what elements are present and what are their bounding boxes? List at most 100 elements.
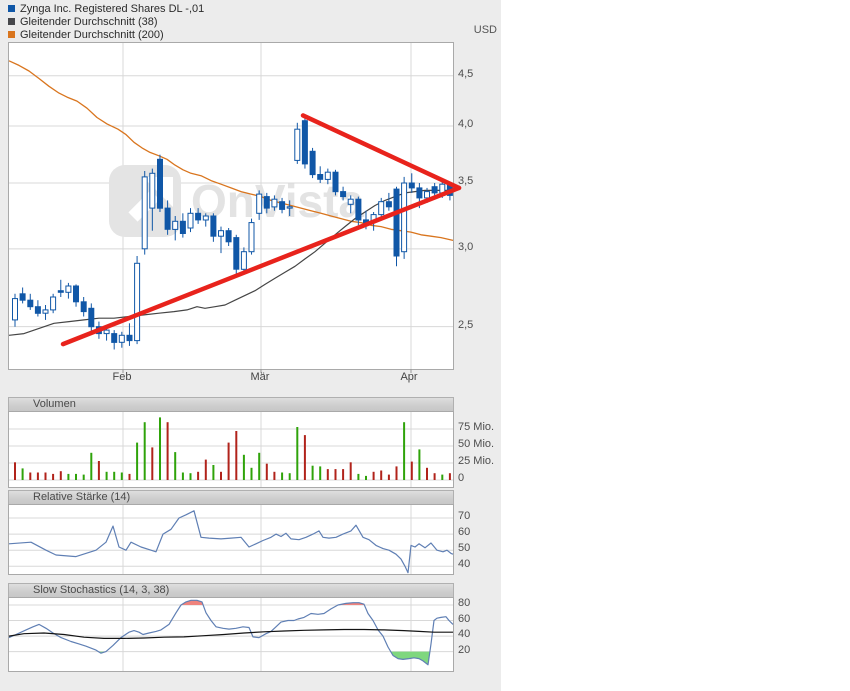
volume-bar [380, 471, 382, 481]
volume-bar [106, 472, 108, 480]
candle-body [180, 221, 185, 233]
candle-body [43, 310, 48, 313]
candle-body [425, 192, 430, 198]
volume-bar [167, 422, 169, 480]
instrument-color-swatch [8, 5, 15, 12]
volume-bar [304, 435, 306, 480]
y-axis-tick-label: 80 [458, 597, 470, 609]
stochastics-plot [8, 597, 454, 672]
candle-body [264, 197, 269, 209]
y-axis-tick-label: 75 Mio. [458, 421, 494, 433]
candle-body [341, 192, 346, 197]
volume-bar [129, 474, 131, 480]
volume-bar [182, 473, 184, 481]
volume-bar [90, 453, 92, 480]
volume-bar [373, 472, 375, 480]
volume-bar [83, 475, 85, 480]
candle-body [135, 263, 140, 340]
y-axis-tick-label: 3,0 [458, 241, 473, 253]
volume-bar [441, 475, 443, 480]
volume-bar [342, 469, 344, 480]
legend-item-ma200: Gleitender Durchschnitt (200) [8, 28, 204, 41]
stochastics-panel-title: Slow Stochastics (14, 3, 38) [33, 584, 169, 596]
candle-body [150, 173, 155, 208]
volume-bar [45, 473, 47, 481]
y-axis-tick-label: 20 [458, 644, 470, 656]
volume-bar [327, 469, 329, 480]
volume-bar [113, 472, 115, 480]
legend-item-ma38: Gleitender Durchschnitt (38) [8, 15, 204, 28]
volume-bar [235, 431, 237, 480]
volume-bar [197, 472, 199, 480]
candle-body [302, 121, 307, 164]
x-axis-month-label: Mär [251, 371, 270, 383]
y-axis-tick-label: 40 [458, 628, 470, 640]
price-axis-unit-label: USD [455, 24, 497, 36]
rsi-plot [8, 504, 454, 575]
candle-body [280, 202, 285, 210]
volume-bar [411, 462, 413, 480]
legend-item-label: Gleitender Durchschnitt (38) [20, 16, 158, 28]
volume-bar [289, 473, 291, 480]
candle-body [226, 231, 231, 242]
volume-bar [365, 476, 367, 480]
candle-body [394, 189, 399, 256]
volume-bar [258, 453, 260, 480]
price-chart-plot: OnVista [8, 42, 454, 370]
volume-bar [37, 473, 39, 481]
candle-body [13, 299, 18, 320]
volume-bar [335, 469, 337, 480]
volume-bar [388, 475, 390, 480]
volume-bar [449, 473, 451, 480]
volume-bar [266, 464, 268, 480]
candle-body [89, 308, 94, 326]
volume-bar [190, 473, 192, 480]
candle-body [234, 238, 239, 270]
volume-bars [14, 417, 451, 480]
volume-bar [212, 465, 214, 480]
candle-body [295, 129, 300, 160]
candle-body [211, 216, 216, 236]
candle-body [196, 213, 201, 220]
candle-body [112, 334, 117, 343]
y-axis-tick-label: 4,0 [458, 118, 473, 130]
candle-body [81, 302, 86, 312]
volume-bar [319, 466, 321, 480]
volume-bar [60, 471, 62, 480]
y-axis-tick-label: 3,5 [458, 175, 473, 187]
candle-body [348, 199, 353, 204]
candle-body [142, 177, 147, 249]
y-axis-tick-label: 0 [458, 472, 464, 484]
volume-bar [228, 443, 230, 480]
candle-body [272, 199, 277, 207]
volume-plot [8, 411, 454, 488]
candle-body [318, 175, 323, 180]
candle-body [417, 188, 422, 198]
rsi-line [9, 511, 453, 573]
stoch-k-line [9, 600, 453, 665]
candle-body [325, 172, 330, 179]
volume-bar [159, 417, 161, 480]
candle-body [127, 335, 132, 340]
volume-panel-title: Volumen [33, 398, 76, 410]
candle-body [158, 159, 163, 208]
volume-bar [403, 422, 405, 480]
y-axis-tick-label: 50 [458, 542, 470, 554]
y-axis-tick-label: 2,5 [458, 319, 473, 331]
volume-bar [243, 455, 245, 480]
y-axis-tick-label: 40 [458, 558, 470, 570]
volume-bar [296, 427, 298, 480]
legend-item-instrument: Zynga Inc. Registered Shares DL -,01 [8, 2, 204, 15]
y-axis-tick-label: 25 Mio. [458, 455, 494, 467]
ma200-color-swatch [8, 31, 15, 38]
x-axis-month-label: Feb [113, 371, 132, 383]
x-axis-month-label: Apr [400, 371, 417, 383]
stock-chart-widget: Zynga Inc. Registered Shares DL -,01 Gle… [0, 0, 501, 691]
candle-body [219, 231, 224, 237]
volume-bar [22, 468, 24, 480]
volume-bar [144, 422, 146, 480]
volume-bar [75, 474, 77, 480]
legend-item-label: Zynga Inc. Registered Shares DL -,01 [20, 3, 204, 15]
volume-bar [98, 461, 100, 480]
volume-bar [281, 473, 283, 481]
